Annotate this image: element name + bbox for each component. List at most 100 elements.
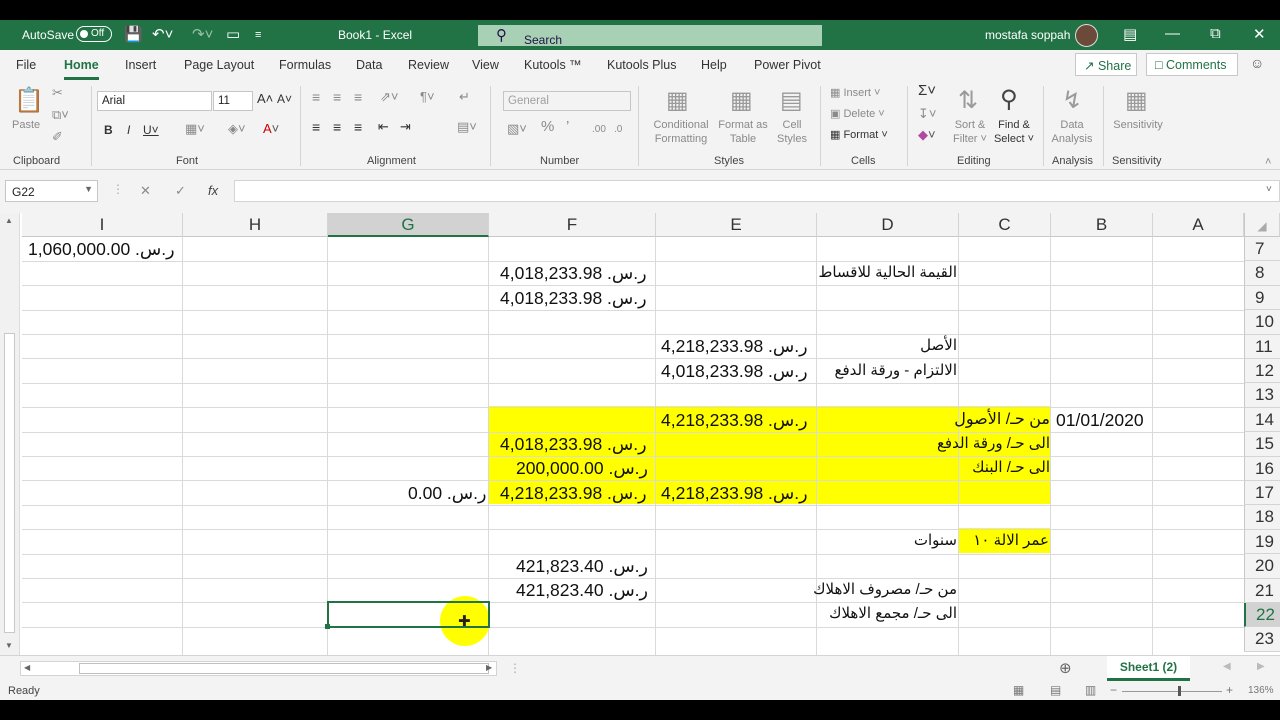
align-center-icon[interactable]: ≡	[333, 120, 341, 134]
row-header-9[interactable]: 9	[1244, 285, 1280, 311]
formula-input[interactable]	[234, 180, 1280, 202]
page-break-view-icon[interactable]: ▥	[1085, 683, 1096, 697]
column-header-a[interactable]: A	[1153, 213, 1244, 237]
restore-icon[interactable]: ⧉	[1210, 25, 1221, 42]
column-header-e[interactable]: E	[656, 213, 817, 237]
analyze-data-button[interactable]: Data Analysis	[1050, 118, 1094, 146]
sheet-nav-left-icon[interactable]: ◀	[1223, 661, 1231, 672]
cell-d21[interactable]: من حـ/ مصروف الاهلاك	[760, 578, 957, 602]
vertical-scroll-thumb[interactable]	[4, 333, 15, 633]
comments-button[interactable]: □ Comments	[1146, 53, 1238, 76]
close-icon[interactable]: ✕	[1253, 25, 1266, 43]
split-handle-icon[interactable]: ⋮	[509, 661, 521, 675]
merge-center-icon[interactable]: ▤˅	[457, 120, 477, 134]
row-header-15[interactable]: 15	[1244, 432, 1280, 457]
bold-icon[interactable]: B	[104, 123, 113, 137]
row-header-12[interactable]: 12	[1244, 359, 1280, 384]
redo-icon[interactable]: ↷˅	[192, 25, 213, 43]
scroll-right-icon[interactable]: ▶	[486, 663, 492, 672]
smiley-icon[interactable]: ☺	[1250, 55, 1264, 71]
name-box[interactable]: G22 ▼	[5, 180, 98, 202]
sheet-nav-right-icon[interactable]: ▶	[1257, 661, 1265, 672]
fill-handle[interactable]	[325, 624, 330, 629]
normal-view-icon[interactable]: ▦	[1013, 683, 1024, 697]
horizontal-scrollbar[interactable]: ◀ ▶	[20, 661, 497, 676]
cell-f9[interactable]: ر.س. 4,018,233.98	[500, 286, 647, 310]
tab-insert[interactable]: Insert	[125, 58, 156, 72]
cell-d19[interactable]: سنوات	[817, 529, 957, 553]
expand-formula-icon[interactable]: ˅	[1266, 184, 1272, 195]
row-header-19[interactable]: 19	[1244, 529, 1280, 555]
zoom-level[interactable]: 136%	[1248, 685, 1274, 696]
cell-d16[interactable]: الى حـ/ البنك	[860, 456, 1050, 480]
row-header-13[interactable]: 13	[1244, 383, 1280, 408]
tab-power-pivot[interactable]: Power Pivot	[754, 58, 821, 72]
touch-mode-icon[interactable]: ▭	[226, 25, 240, 43]
paste-icon[interactable]: 📋	[14, 86, 44, 115]
conditional-formatting-button[interactable]: Conditional Formatting	[648, 118, 714, 146]
zoom-slider-thumb[interactable]	[1178, 686, 1181, 696]
tab-review[interactable]: Review	[408, 58, 449, 72]
column-header-d[interactable]: D	[817, 213, 959, 237]
format-as-table-button[interactable]: Format as Table	[716, 118, 770, 146]
row-header-8[interactable]: 8	[1244, 261, 1280, 286]
column-header-h[interactable]: H	[183, 213, 328, 237]
row-header-16[interactable]: 16	[1244, 456, 1280, 481]
tab-home[interactable]: Home	[64, 58, 99, 80]
cell-e14[interactable]: ر.س. 4,218,233.98	[661, 408, 808, 432]
select-all-corner[interactable]: ◢	[1244, 213, 1280, 237]
zoom-slider[interactable]	[1122, 691, 1222, 692]
row-header-18[interactable]: 18	[1244, 505, 1280, 530]
cell-f20[interactable]: ر.س. 421,823.40	[516, 554, 648, 578]
ribbon-display-options-icon[interactable]: ▤	[1123, 25, 1137, 43]
cell-e17[interactable]: ر.س. 4,218,233.98	[661, 481, 808, 505]
column-header-c[interactable]: C	[959, 213, 1051, 237]
cell-f15[interactable]: ر.س. 4,018,233.98	[500, 432, 647, 456]
sensitivity-button[interactable]: Sensitivity	[1110, 118, 1166, 132]
cell-e11[interactable]: ر.س. 4,218,233.98	[661, 334, 808, 358]
cell-styles-icon[interactable]: ▤	[780, 86, 803, 115]
new-sheet-icon[interactable]: ⊕	[1059, 659, 1072, 677]
analyze-data-icon[interactable]: ↯	[1062, 86, 1082, 115]
row-header-7[interactable]: 7	[1244, 237, 1280, 262]
fill-color-icon[interactable]: ◈˅	[228, 122, 246, 136]
percent-icon[interactable]: %	[541, 119, 554, 134]
cell-d8[interactable]: القيمة الحالية للاقساط	[817, 261, 957, 285]
tab-formulas[interactable]: Formulas	[279, 58, 331, 72]
rtl-direction-icon[interactable]: ¶˅	[420, 90, 435, 104]
vertical-scrollbar[interactable]: ▲ ▼	[0, 213, 20, 655]
number-format-box[interactable]: General	[503, 91, 631, 111]
cell-f8[interactable]: ر.س. 4,018,233.98	[500, 261, 647, 285]
row-header-17[interactable]: 17	[1244, 481, 1280, 506]
sensitivity-icon[interactable]: ▦	[1125, 86, 1148, 115]
insert-function-icon[interactable]: fx	[208, 183, 218, 198]
increase-font-icon[interactable]: A˄	[257, 92, 273, 106]
orientation-icon[interactable]: ⇗˅	[380, 90, 398, 104]
sheet-tab-sheet1-2[interactable]: Sheet1 (2)	[1107, 656, 1190, 681]
tab-help[interactable]: Help	[701, 58, 727, 72]
paste-button[interactable]: Paste	[12, 118, 40, 132]
tab-view[interactable]: View	[472, 58, 499, 72]
find-select-button[interactable]: Find & Select ˅	[992, 118, 1036, 146]
row-header-21[interactable]: 21	[1244, 578, 1280, 603]
accounting-format-icon[interactable]: ▧˅	[507, 122, 527, 136]
scroll-left-icon[interactable]: ◀	[24, 663, 30, 672]
copy-icon[interactable]: ⧉˅	[52, 108, 69, 122]
increase-decimal-icon[interactable]: .00	[592, 123, 606, 137]
cell-d22[interactable]: الى حـ/ مجمع الاهلاك	[760, 602, 957, 626]
cut-icon[interactable]: ✂	[52, 86, 63, 100]
find-select-icon[interactable]: ⚲	[1000, 85, 1018, 114]
cell-f16[interactable]: ر.س. 200,000.00	[516, 456, 648, 480]
save-icon[interactable]: 💾	[124, 25, 143, 43]
autosum-icon[interactable]: Σ˅	[918, 83, 936, 98]
cell-d14[interactable]: من حـ/ الأصول	[860, 408, 1050, 432]
align-bottom-icon[interactable]: ≡	[354, 90, 362, 104]
cell-d11[interactable]: الأصل	[817, 334, 957, 358]
tab-kutools[interactable]: Kutools ™	[524, 58, 582, 72]
cancel-icon[interactable]: ✕	[140, 183, 151, 199]
cell-c19[interactable]: عمر الالة ١٠	[959, 529, 1049, 553]
borders-icon[interactable]: ▦˅	[185, 122, 205, 136]
italic-icon[interactable]: I	[127, 123, 130, 137]
delete-cells-button[interactable]: ▣ Delete ˅	[830, 107, 885, 121]
insert-cells-button[interactable]: ▦ Insert ˅	[830, 86, 880, 100]
